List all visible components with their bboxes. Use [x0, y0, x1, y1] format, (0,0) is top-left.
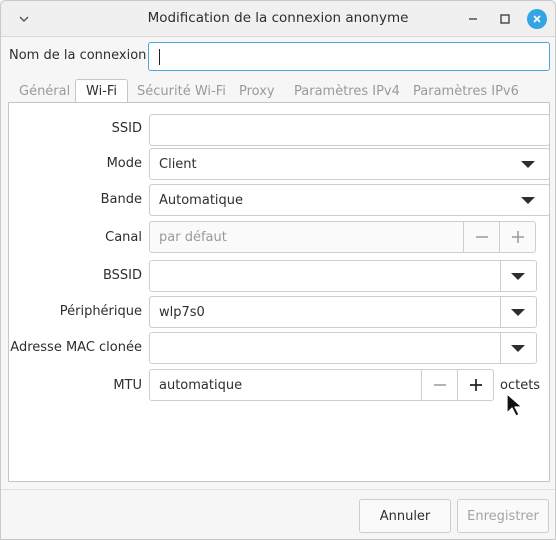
dropdown-arrow-icon: [511, 345, 525, 352]
mode-select[interactable]: Client: [149, 148, 550, 180]
band-label: Bande: [100, 192, 142, 207]
dropdown-arrow-icon: [521, 161, 535, 168]
device-label: Périphérique: [59, 304, 142, 319]
cancel-button[interactable]: Annuler: [359, 499, 451, 533]
mtu-increment-button[interactable]: [457, 370, 493, 400]
ssid-label: SSID: [111, 121, 142, 136]
tab-wifi[interactable]: Wi-Fi: [75, 79, 129, 104]
bssid-label: BSSID: [102, 268, 142, 283]
dropdown-arrow-icon: [521, 197, 535, 204]
save-button[interactable]: Enregistrer: [457, 499, 549, 533]
tab-proxy[interactable]: Proxy: [239, 79, 275, 103]
mtu-unit-label: octets: [500, 378, 541, 393]
mtu-decrement-button[interactable]: [421, 370, 457, 400]
channel-increment-button[interactable]: [499, 222, 535, 252]
minimize-icon: [469, 18, 477, 20]
mtu-label: MTU: [113, 378, 142, 393]
band-select[interactable]: Automatique: [149, 184, 550, 216]
device-value: wlp7s0: [159, 305, 205, 320]
cloned-mac-label: Adresse MAC clonée: [10, 340, 142, 355]
mtu-value: automatique: [159, 378, 243, 393]
minimize-button[interactable]: [461, 7, 485, 31]
bssid-dropdown-button[interactable]: [500, 261, 536, 291]
minus-icon: [433, 384, 446, 386]
ssid-input[interactable]: [149, 114, 550, 146]
dropdown-arrow-icon: [511, 309, 525, 316]
connection-name-label: Nom de la connexion: [9, 48, 147, 63]
cloned-mac-combo[interactable]: [149, 332, 537, 364]
title-bar: Modification de la connexion anonyme: [1, 1, 555, 37]
cloned-mac-dropdown-button[interactable]: [500, 333, 536, 363]
maximize-icon: [500, 14, 510, 24]
channel-spin[interactable]: par défaut: [149, 221, 536, 253]
maximize-button[interactable]: [493, 7, 517, 31]
tab-ipv6-settings[interactable]: Paramètres IPv6: [413, 79, 519, 103]
footer-separator: [1, 489, 555, 490]
channel-placeholder: par défaut: [159, 230, 227, 245]
text-caret: [159, 49, 160, 65]
mouse-pointer-icon: [506, 393, 523, 417]
minus-icon: [475, 236, 488, 238]
bssid-combo[interactable]: [149, 260, 537, 292]
plus-icon: [469, 379, 482, 391]
channel-decrement-button[interactable]: [463, 222, 499, 252]
tab-general[interactable]: Général: [19, 79, 70, 103]
close-button[interactable]: [525, 7, 549, 31]
channel-label: Canal: [105, 230, 142, 245]
dropdown-arrow-icon: [511, 273, 525, 280]
tab-wifi-security[interactable]: Sécurité Wi-Fi: [137, 79, 226, 103]
dialog-window: Modification de la connexion anonyme Nom…: [0, 0, 556, 540]
mode-label: Mode: [106, 156, 142, 171]
connection-name-input[interactable]: [148, 42, 550, 71]
plus-icon: [511, 231, 524, 243]
close-icon: [527, 9, 547, 29]
tab-ipv4-settings[interactable]: Paramètres IPv4: [294, 79, 400, 103]
device-combo[interactable]: wlp7s0: [149, 296, 537, 328]
device-dropdown-button[interactable]: [500, 297, 536, 327]
mode-value: Client: [159, 157, 197, 172]
band-value: Automatique: [159, 193, 244, 208]
mtu-spin[interactable]: automatique: [149, 369, 494, 401]
